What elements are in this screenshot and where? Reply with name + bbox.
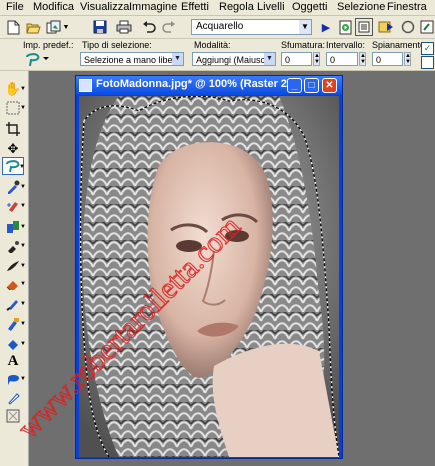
preset-value: Acquarello	[196, 21, 244, 32]
edit-script-icon[interactable]	[418, 18, 435, 36]
script-list-icon[interactable]	[355, 18, 373, 36]
feather-value: 0	[285, 55, 291, 65]
image-canvas[interactable]	[79, 96, 339, 457]
crop-icon[interactable]	[2, 120, 24, 138]
chevron-down-icon[interactable]: ▼	[172, 53, 183, 65]
picture-tube-icon[interactable]	[2, 407, 24, 425]
script-icon[interactable]	[336, 18, 354, 36]
window-title: FotoMadonna.jpg* @ 100% (Raster 2)	[96, 78, 291, 90]
window-title-bar[interactable]: FotoMadonna.jpg* @ 100% (Raster 2) _ □ ✕	[76, 76, 342, 95]
menu-selezione[interactable]: Selezione	[337, 0, 385, 15]
mode-label: Modalità:	[194, 40, 231, 50]
paint-brush-icon[interactable]: ▼	[2, 295, 26, 313]
selection-type-value: Selezione a mano libera	[84, 55, 181, 65]
play-icon[interactable]: ▶	[317, 18, 335, 36]
text-icon[interactable]: A	[2, 352, 24, 370]
dropper-icon[interactable]: ▼	[2, 178, 26, 196]
mode-select[interactable]: Aggiungi (Maiusc) ▼	[192, 52, 276, 66]
stop-icon[interactable]	[399, 18, 417, 36]
maximize-button[interactable]: □	[304, 78, 319, 93]
interval-label: Intervallo:	[326, 40, 366, 50]
menu-visualizza[interactable]: Visualizza	[80, 0, 129, 15]
menu-immagine[interactable]: Immagine	[129, 0, 177, 15]
freehand-selection-preset-icon[interactable]	[24, 51, 50, 67]
open-icon[interactable]	[24, 18, 42, 36]
smoothing-value: 0	[376, 55, 382, 65]
selection-type-select[interactable]: Selezione a mano libera ▼	[80, 52, 184, 66]
background-eraser-icon[interactable]: ▼	[2, 257, 26, 275]
menu-bar: File Modifica Visualizza Immagine Effett…	[0, 0, 435, 16]
menu-finestra[interactable]: Finestra	[387, 0, 427, 15]
pen-icon[interactable]	[2, 389, 24, 407]
image-window[interactable]: FotoMadonna.jpg* @ 100% (Raster 2) _ □ ✕	[75, 75, 343, 459]
clone-icon[interactable]: ▼	[2, 218, 26, 236]
feather-label: Sfumatura:	[281, 40, 326, 50]
browse-dropdown-icon[interactable]: ▼	[62, 18, 70, 36]
checkbox-icon[interactable]	[421, 56, 434, 69]
chevron-down-icon[interactable]: ▼	[299, 20, 311, 34]
smoothing-label: Spianamento:	[372, 40, 428, 50]
save-icon[interactable]	[91, 18, 109, 36]
menu-effetti[interactable]: Effetti	[181, 0, 209, 15]
menu-livelli[interactable]: Livelli	[257, 0, 285, 15]
menu-file[interactable]: File	[6, 0, 24, 15]
undo-icon[interactable]	[140, 18, 158, 36]
freehand-selection-icon[interactable]: ▼	[2, 157, 25, 175]
fill-icon[interactable]: ▼	[2, 335, 26, 353]
close-button[interactable]: ✕	[322, 78, 337, 93]
feather-input[interactable]: 0	[281, 52, 312, 66]
makeover-icon[interactable]: ▼	[2, 197, 26, 215]
zoom-icon[interactable]: ▼	[2, 99, 26, 117]
eraser-icon[interactable]: ▼	[2, 275, 26, 293]
move-icon[interactable]: ✥	[2, 140, 24, 158]
browse-icon[interactable]	[44, 18, 62, 36]
mode-value: Aggiungi (Maiusc)	[196, 55, 269, 65]
menu-modifica[interactable]: Modifica	[33, 0, 74, 15]
menu-regola[interactable]: Regola	[219, 0, 254, 15]
tool-options-bar: Imp. predef.: Tipo di selezione: Selezio…	[0, 39, 435, 71]
interval-spinner[interactable]: ▲ ▼	[359, 52, 366, 66]
standard-toolbar: ▼ Acquarello ▼ ▶	[0, 16, 435, 39]
preset-label: Imp. predef.:	[23, 40, 74, 50]
portrait-photo	[79, 96, 339, 457]
interval-input[interactable]: 0	[326, 52, 358, 66]
checkbox-icon[interactable]: ✓	[421, 42, 434, 55]
new-icon[interactable]	[4, 18, 22, 36]
smoothing-input[interactable]: 0	[372, 52, 403, 66]
tools-palette: ✋ ▼ ▼ ✥ ▼ ▼ ▼ ▼ ▼ ▼ ▼ ▼ ▼ ▼ A ▼	[0, 71, 29, 466]
chevron-down-icon[interactable]: ▼	[264, 53, 275, 65]
interval-value: 0	[330, 55, 336, 65]
smoothing-spinner[interactable]: ▲ ▼	[404, 52, 411, 66]
document-icon	[79, 79, 92, 92]
print-icon[interactable]	[115, 18, 133, 36]
redo-icon[interactable]	[160, 18, 178, 36]
feather-spinner[interactable]: ▲ ▼	[313, 52, 320, 66]
menu-oggetti[interactable]: Oggetti	[292, 0, 327, 15]
color-replacer-icon[interactable]: ▼	[2, 315, 26, 333]
pan-icon[interactable]: ✋ ▼	[2, 80, 26, 98]
selection-type-label: Tipo di selezione:	[82, 40, 152, 50]
preset-select[interactable]: Acquarello ▼	[191, 19, 312, 35]
retouch-icon[interactable]: ▼	[2, 237, 26, 255]
preset-shape-icon[interactable]: ▼	[2, 370, 26, 388]
minimize-button[interactable]: _	[287, 78, 302, 93]
run-icon[interactable]	[377, 18, 395, 36]
